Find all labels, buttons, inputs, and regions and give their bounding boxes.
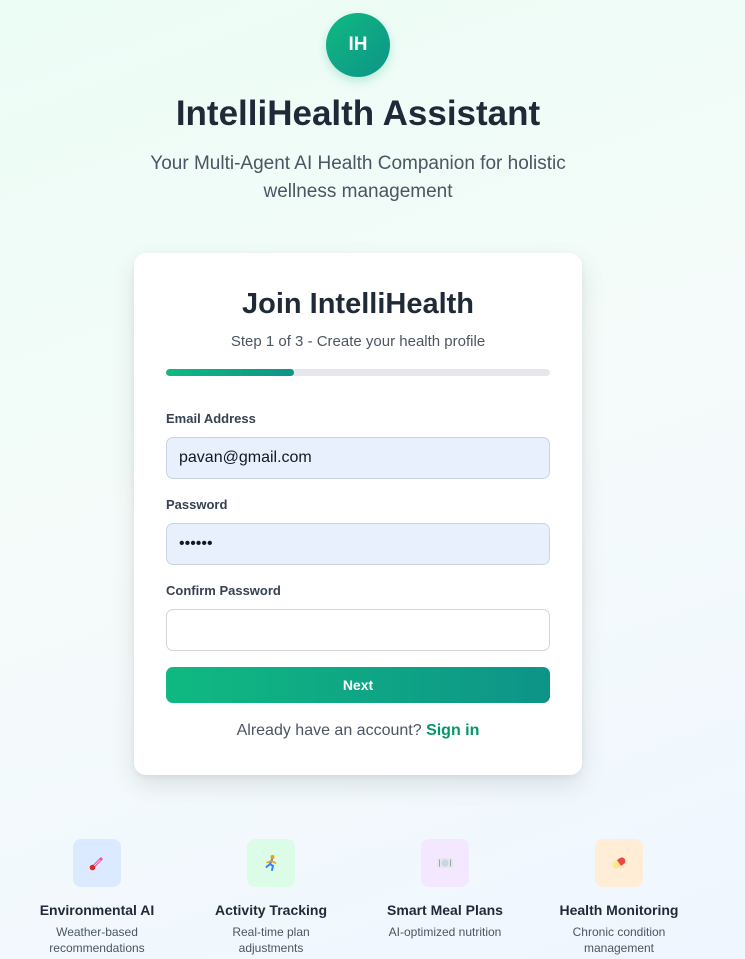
progress-bar — [166, 369, 550, 376]
feature-description: AI-optimized nutrition — [388, 925, 502, 939]
next-button[interactable]: Next — [166, 667, 550, 703]
feature-description: Real-time plan adjustments — [232, 925, 310, 955]
password-field[interactable] — [166, 523, 550, 565]
app-subtitle: Your Multi-Agent AI Health Companion for… — [150, 153, 566, 202]
feature-title: Smart Meal Plans — [387, 902, 503, 918]
email-label: Email Address — [166, 411, 256, 426]
feature-title: Health Monitoring — [559, 902, 679, 918]
signin-prompt: Already have an account? — [236, 722, 422, 739]
thermometer-icon — [73, 839, 121, 887]
pill-icon — [595, 839, 643, 887]
feature-title: Activity Tracking — [214, 902, 328, 918]
app-title: IntelliHealth Assistant — [175, 94, 541, 133]
password-label: Password — [166, 497, 228, 512]
logo-text: IH — [348, 34, 368, 55]
app-logo: IH — [326, 13, 390, 77]
feature-title: Environmental AI — [39, 902, 155, 918]
email-field[interactable] — [166, 437, 550, 479]
feature-description: Weather-based recommendations — [49, 925, 145, 955]
signup-card: Join IntelliHealth Step 1 of 3 - Create … — [134, 253, 582, 775]
confirm-password-label: Confirm Password — [166, 583, 281, 598]
confirm-password-field[interactable] — [166, 609, 550, 651]
progress-fill — [166, 369, 294, 376]
meal-icon — [421, 839, 469, 887]
feature-environmental: Environmental AI Weather-based recommend… — [12, 839, 182, 956]
running-icon — [247, 839, 295, 887]
feature-description: Chronic condition management — [572, 925, 666, 955]
step-indicator: Step 1 of 3 - Create your health profile — [230, 333, 486, 350]
feature-meal-plans: Smart Meal Plans AI-optimized nutrition — [360, 839, 530, 940]
feature-activity: Activity Tracking Real-time plan adjustm… — [186, 839, 356, 956]
signin-row: Already have an account? Sign in — [134, 722, 582, 740]
signin-link[interactable]: Sign in — [426, 722, 479, 739]
signup-title: Join IntelliHealth — [241, 288, 475, 320]
feature-health-monitoring: Health Monitoring Chronic condition mana… — [534, 839, 704, 956]
